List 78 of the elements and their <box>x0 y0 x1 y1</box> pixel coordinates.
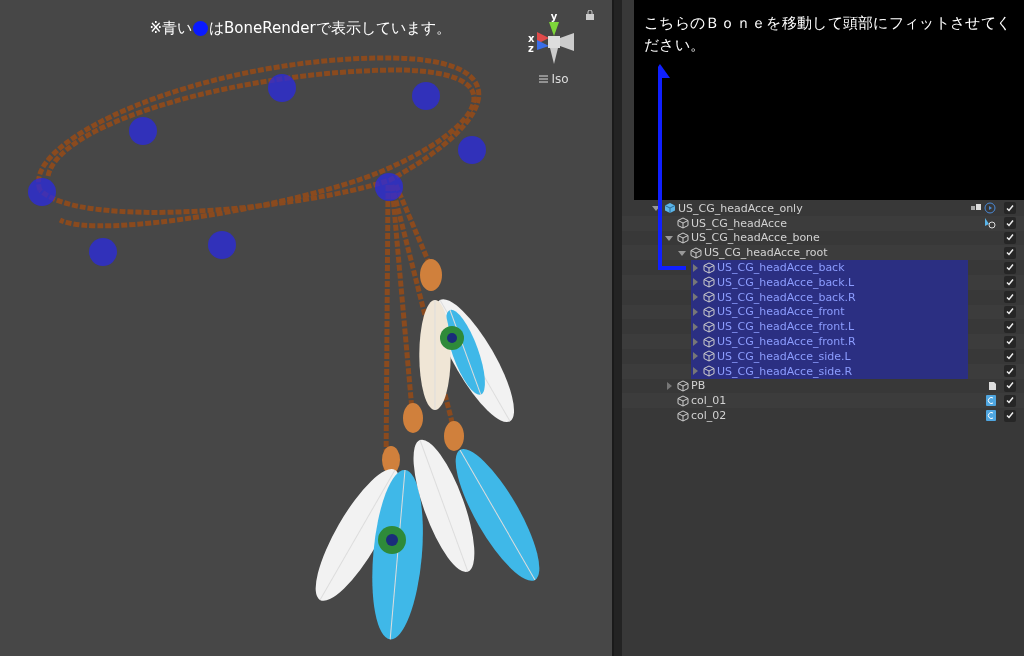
cube-icon <box>677 232 689 244</box>
visibility-checkbox[interactable] <box>1004 291 1016 304</box>
cube-icon <box>677 409 689 422</box>
cube-icon <box>703 305 715 318</box>
collapsed-arrow-icon[interactable] <box>691 278 699 287</box>
expanded-arrow-icon[interactable] <box>652 204 660 213</box>
item-name: PB <box>691 379 706 393</box>
visibility-checkbox[interactable] <box>1004 276 1016 289</box>
item-name: US_CG_headAcce_side.L <box>717 349 851 363</box>
visibility-checkbox[interactable] <box>1004 350 1016 363</box>
cube-icon <box>677 394 689 407</box>
visibility-checkbox[interactable] <box>1004 379 1016 392</box>
item-name: US_CG_headAcce_back <box>717 261 845 275</box>
collapsed-arrow-icon[interactable] <box>665 381 673 390</box>
cube-icon <box>703 350 715 363</box>
item-name: US_CG_headAcce_side.R <box>717 364 853 378</box>
item-name: US_CG_headAcce_front.L <box>717 320 855 334</box>
document-icon[interactable] <box>989 381 996 390</box>
caption-text: はBoneRenderで表示しています。 <box>209 19 451 38</box>
prefab-cube-icon <box>664 202 676 215</box>
item-name: US_CG_headAcce <box>691 216 787 230</box>
scene-tools-icon[interactable] <box>971 204 981 213</box>
axis-label: z <box>528 44 535 54</box>
hierarchy-item[interactable]: US_CG_headAcce_front.R <box>691 334 968 349</box>
item-name: US_CG_headAcce_front <box>717 305 845 319</box>
hierarchy-item[interactable]: US_CG_headAcce_bone <box>665 230 968 246</box>
hierarchy-item[interactable]: US_CG_headAcce_front.L <box>691 319 968 335</box>
item-name: col_01 <box>691 394 727 408</box>
item-name: US_CG_headAcce_bone <box>691 231 820 245</box>
visibility-checkbox[interactable] <box>1004 261 1016 274</box>
cube-icon <box>677 217 689 230</box>
cube-icon <box>703 335 715 348</box>
hierarchy-item[interactable]: US_CG_headAcce_only <box>652 201 968 216</box>
visibility-checkbox[interactable] <box>1004 305 1016 318</box>
collapsed-arrow-icon[interactable] <box>691 337 699 346</box>
cube-icon <box>703 320 715 333</box>
cube-icon <box>690 246 702 259</box>
visibility-checkbox[interactable] <box>1004 320 1016 333</box>
collapsed-arrow-icon[interactable] <box>691 263 699 272</box>
visibility-checkbox[interactable] <box>1004 232 1016 244</box>
collapsed-arrow-icon[interactable] <box>691 322 699 331</box>
instruction-note: こちらのＢｏｎｅを移動して頭部にフィットさせてください。 <box>634 0 1024 200</box>
visibility-checkbox[interactable] <box>1004 409 1016 422</box>
item-name: US_CG_headAcce_back.L <box>717 275 855 289</box>
caption-text: ※青い <box>149 19 192 38</box>
script-icon[interactable] <box>986 395 996 407</box>
visibility-checkbox[interactable] <box>1004 202 1016 215</box>
cube-icon <box>703 291 715 304</box>
hierarchy-item[interactable]: col_02 <box>665 408 968 423</box>
visibility-checkbox[interactable] <box>1004 394 1016 407</box>
expanded-arrow-icon[interactable] <box>678 248 686 257</box>
collapsed-arrow-icon[interactable] <box>691 352 699 361</box>
collapsed-arrow-icon[interactable] <box>691 367 699 376</box>
hierarchy-item[interactable]: US_CG_headAcce_back <box>691 260 968 275</box>
axis-label: x <box>528 34 535 44</box>
visibility-checkbox[interactable] <box>1004 365 1016 378</box>
bone-dot-icon <box>193 21 208 36</box>
lock-icon[interactable] <box>586 10 594 20</box>
hierarchy-item[interactable]: PB <box>665 378 968 394</box>
cube-icon <box>703 261 715 274</box>
projection-button[interactable]: Iso <box>539 72 569 86</box>
item-name: US_CG_headAcce_front.R <box>717 335 856 349</box>
cube-icon <box>703 276 715 289</box>
cube-icon <box>703 365 715 378</box>
item-name: US_CG_headAcce_back.R <box>717 290 856 304</box>
script-icon[interactable] <box>986 410 996 422</box>
collapsed-arrow-icon[interactable] <box>691 307 699 316</box>
visibility-checkbox[interactable] <box>1004 335 1016 348</box>
item-name: col_02 <box>691 409 727 423</box>
visibility-checkbox[interactable] <box>1004 246 1016 259</box>
axis-label: y <box>550 12 558 22</box>
expanded-arrow-icon[interactable] <box>665 234 673 242</box>
item-name: US_CG_headAcce_root <box>704 246 828 260</box>
visibility-checkbox[interactable] <box>1004 217 1016 230</box>
menu-icon <box>539 75 549 83</box>
cube-icon <box>677 379 689 392</box>
item-name: US_CG_headAcce_only <box>678 201 803 215</box>
collapsed-arrow-icon[interactable] <box>691 293 699 302</box>
